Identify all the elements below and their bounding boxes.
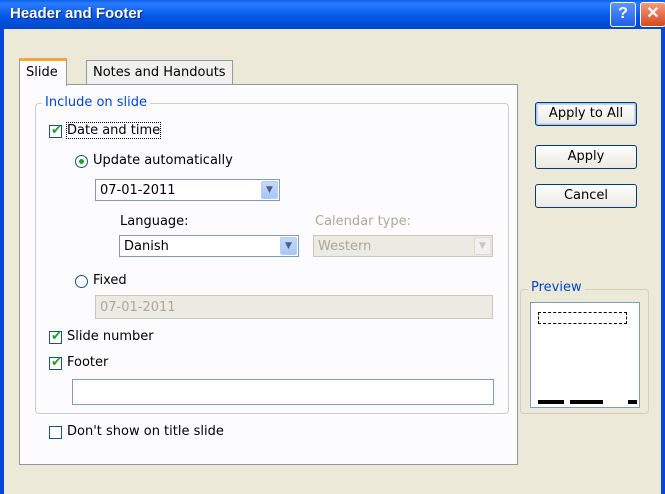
chevron-down-icon[interactable]: ▼ <box>280 237 297 255</box>
fixed-date-field: 07-01-2011 <box>95 295 493 319</box>
include-on-slide-title: Include on slide <box>42 95 151 110</box>
close-icon: ✕ <box>646 5 660 22</box>
radio-selected-dot <box>79 159 84 164</box>
footer-checkbox[interactable]: ✔ <box>49 355 62 370</box>
help-icon: ? <box>618 5 628 22</box>
title-bar: Header and Footer ? ✕ <box>0 0 665 29</box>
apply-button[interactable]: Apply <box>535 145 637 169</box>
help-button[interactable]: ? <box>610 2 636 27</box>
preview-footer-left <box>538 400 564 404</box>
cancel-button[interactable]: Cancel <box>535 184 637 208</box>
slide-number-label[interactable]: Slide number <box>67 329 154 344</box>
window-frame-left <box>0 29 4 494</box>
preview-title: Preview <box>528 280 585 295</box>
language-dropdown[interactable]: Danish ▼ <box>119 235 299 257</box>
preview-footer-center <box>570 400 603 404</box>
fixed-date-value: 07-01-2011 <box>100 300 176 315</box>
window-title: Header and Footer <box>10 5 143 22</box>
calendar-type-dropdown: Western ▼ <box>313 235 493 257</box>
tab-slide[interactable]: Slide <box>19 58 67 86</box>
date-and-time-checkbox[interactable]: ✔ <box>49 123 62 138</box>
calendar-type-label: Calendar type: <box>315 214 412 229</box>
footer-label[interactable]: Footer <box>67 355 108 370</box>
date-and-time-label[interactable]: Date and time <box>65 122 162 139</box>
update-automatically-radio[interactable] <box>75 155 88 168</box>
update-automatically-label[interactable]: Update automatically <box>93 153 233 168</box>
check-icon: ✔ <box>51 123 62 138</box>
footer-text-field[interactable] <box>72 379 494 405</box>
window-frame-right <box>661 29 665 494</box>
tab-notes-and-handouts[interactable]: Notes and Handouts <box>86 60 233 84</box>
language-label: Language: <box>120 214 189 229</box>
date-format-dropdown[interactable]: 07-01-2011 ▼ <box>95 179 280 201</box>
close-button[interactable]: ✕ <box>640 2 665 27</box>
check-icon: ✔ <box>51 355 62 370</box>
preview-date-placeholder <box>538 312 627 324</box>
dont-show-title-checkbox[interactable] <box>49 426 62 439</box>
chevron-down-icon: ▼ <box>474 237 491 255</box>
chevron-down-icon[interactable]: ▼ <box>261 181 278 199</box>
calendar-type-value: Western <box>318 239 372 254</box>
fixed-radio[interactable] <box>75 275 88 288</box>
apply-to-all-button[interactable]: Apply to All <box>535 102 637 126</box>
dont-show-title-label[interactable]: Don't show on title slide <box>67 424 224 439</box>
preview-slide-number <box>628 400 637 404</box>
check-icon: ✔ <box>51 329 62 344</box>
date-format-value: 07-01-2011 <box>100 183 176 198</box>
language-value: Danish <box>124 239 169 254</box>
slide-number-checkbox[interactable]: ✔ <box>49 329 62 344</box>
fixed-label[interactable]: Fixed <box>93 273 127 288</box>
